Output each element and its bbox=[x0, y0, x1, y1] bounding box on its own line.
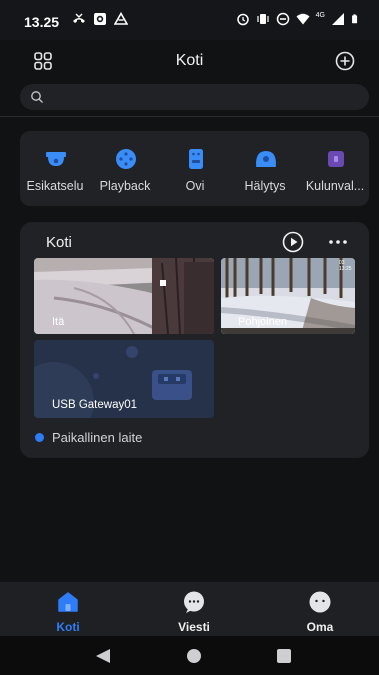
nav-tab-viesti[interactable]: Viesti bbox=[154, 582, 234, 636]
search-icon bbox=[31, 91, 43, 103]
vibrate-icon bbox=[257, 14, 269, 24]
missed-call-icon bbox=[73, 13, 85, 23]
shortcut-halytys[interactable]: Hälytys bbox=[230, 131, 300, 206]
add-device-button[interactable] bbox=[335, 51, 355, 71]
access-control-icon bbox=[328, 151, 344, 167]
door-icon bbox=[189, 149, 203, 169]
divider bbox=[0, 116, 379, 117]
network-type-label: 4G bbox=[315, 11, 325, 19]
shortcut-playback[interactable]: Playback bbox=[90, 131, 160, 206]
nav-tab-label: Viesti bbox=[178, 620, 210, 634]
device-label: USB Gateway01 bbox=[52, 399, 138, 411]
status-bar: 13.25 4G bbox=[0, 0, 379, 40]
play-all-button[interactable] bbox=[282, 231, 304, 253]
status-time: 13.25 bbox=[24, 14, 60, 30]
battery-icon bbox=[352, 14, 358, 24]
nav-tab-oma[interactable]: Oma bbox=[280, 582, 360, 636]
drive-icon bbox=[114, 12, 128, 25]
more-options-icon[interactable] bbox=[327, 234, 349, 250]
camera-label: Itä bbox=[52, 316, 65, 328]
playback-icon bbox=[116, 149, 136, 169]
message-icon bbox=[184, 591, 204, 613]
nav-tab-koti[interactable]: Koti bbox=[28, 582, 108, 636]
camera-dome-icon bbox=[46, 152, 66, 166]
search-input[interactable] bbox=[50, 84, 354, 112]
bottom-nav: Koti Viesti Oma bbox=[0, 582, 379, 636]
shortcut-label: Esikatselu bbox=[26, 179, 84, 193]
page-title: Koti bbox=[175, 52, 204, 69]
search-bar[interactable] bbox=[20, 84, 369, 112]
shortcut-label: Ovi bbox=[185, 179, 205, 193]
top-bar: Koti bbox=[0, 40, 379, 82]
back-icon[interactable] bbox=[94, 648, 112, 664]
signal-icon bbox=[332, 13, 344, 25]
site-title: Koti bbox=[46, 234, 72, 251]
alarm-eye-icon bbox=[256, 151, 276, 167]
site-card: Koti Itä 03 13:25 Pohjoinen USB Gateway0… bbox=[20, 222, 369, 458]
shortcut-esikatselu[interactable]: Esikatselu bbox=[20, 131, 90, 206]
camera-tile-pohjoinen[interactable]: 03 13:25 Pohjoinen bbox=[221, 258, 355, 334]
do-not-disturb-icon bbox=[276, 12, 289, 26]
profile-icon bbox=[309, 591, 331, 613]
shortcut-panel: Esikatselu Playback Ovi Hälytys Kulunval… bbox=[20, 131, 369, 206]
device-tile-usb-gateway[interactable]: USB Gateway01 bbox=[34, 340, 214, 418]
home-circle-icon[interactable] bbox=[186, 648, 202, 664]
alarm-icon bbox=[236, 13, 249, 26]
nav-tab-label: Oma bbox=[306, 620, 334, 634]
wifi-icon bbox=[296, 13, 310, 25]
system-nav-bar bbox=[0, 636, 379, 675]
home-icon bbox=[58, 592, 78, 612]
shortcut-label: Kulunval... bbox=[305, 179, 365, 193]
shortcut-label: Playback bbox=[99, 179, 151, 193]
shortcut-label: Hälytys bbox=[244, 179, 286, 193]
camera-timestamp: 03 13:25 bbox=[339, 260, 352, 272]
shortcut-ovi[interactable]: Ovi bbox=[160, 131, 230, 206]
photo-icon bbox=[94, 13, 106, 25]
camera-tile-ita[interactable]: Itä bbox=[34, 258, 214, 334]
camera-label: Pohjoinen bbox=[238, 316, 287, 328]
local-device-icon bbox=[35, 433, 44, 442]
local-device-label: Paikallinen laite bbox=[52, 430, 143, 445]
nav-tab-label: Koti bbox=[56, 620, 80, 634]
recents-icon[interactable] bbox=[276, 648, 292, 664]
shortcut-kulunvalvonta[interactable]: Kulunval... bbox=[300, 131, 370, 206]
